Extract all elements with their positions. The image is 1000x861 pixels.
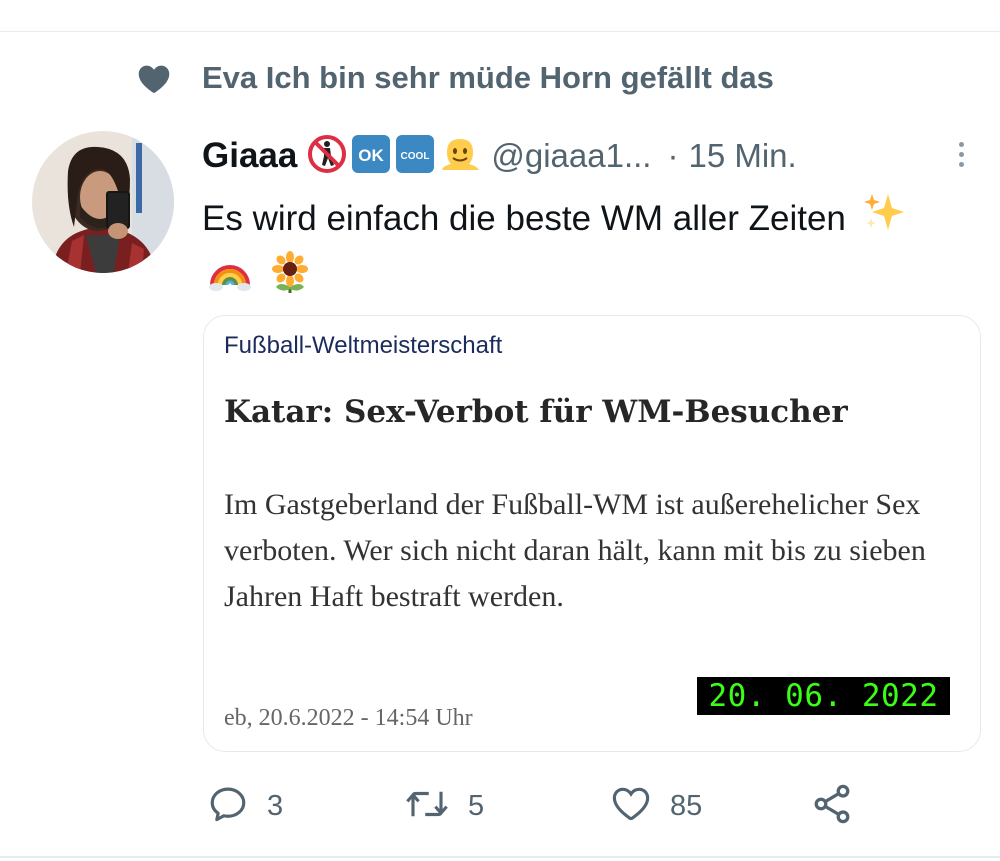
retweet-count: 5 — [468, 789, 485, 822]
sunflower-icon — [268, 251, 312, 312]
top-divider — [0, 31, 1000, 32]
rainbow-icon — [208, 251, 252, 312]
melting-face-icon — [439, 134, 481, 179]
bottom-divider — [0, 856, 1000, 858]
no-pedestrians-icon — [307, 134, 347, 179]
social-context: Eva Ich bin sehr müde Horn gefällt das — [132, 56, 774, 100]
card-meta: eb, 20.6.2022 - 14:54 Uhr — [224, 705, 473, 731]
like-button[interactable]: 85 — [610, 784, 702, 828]
avatar[interactable] — [32, 131, 174, 273]
ok-button-label: OK — [359, 146, 385, 165]
tweet-text-body: Es wird einfach die beste WM aller Zeite… — [202, 198, 846, 238]
cool-button-icon: COOL — [395, 134, 435, 179]
display-name[interactable]: Giaaa — [202, 136, 297, 176]
user-handle[interactable]: @giaaa1... — [491, 137, 651, 175]
card-title: Katar: Sex-Verbot für WM-Besucher — [224, 394, 848, 430]
retweet-button[interactable]: 5 — [404, 784, 484, 828]
reply-button[interactable]: 3 — [207, 784, 283, 828]
share-icon — [810, 782, 854, 831]
heart-icon — [132, 58, 176, 98]
card-body: Im Gastgeberland der Fußball-WM ist auße… — [224, 488, 926, 613]
ok-button-icon: OK — [351, 134, 391, 179]
cool-button-label: COOL — [401, 151, 430, 162]
date-stamp-overlay: 20. 06. 2022 — [697, 677, 950, 715]
tweet-timestamp[interactable]: 15 Min. — [688, 137, 796, 175]
tweet-header: Giaaa OK COOL @giaaa1... · 15 Min. — [202, 132, 932, 180]
separator-dot: · — [667, 137, 679, 174]
like-count: 85 — [670, 789, 703, 822]
action-bar: 3 5 85 — [0, 784, 1000, 828]
name-emojis: OK COOL — [307, 134, 481, 179]
reply-count: 3 — [267, 789, 284, 822]
share-button[interactable] — [810, 784, 854, 828]
tweet-text: Es wird einfach die beste WM aller Zeite… — [202, 190, 942, 312]
card-kicker: Fußball-Weltmeisterschaft — [224, 332, 503, 359]
like-heart-icon — [610, 783, 652, 830]
social-context-text[interactable]: Eva Ich bin sehr müde Horn gefällt das — [202, 60, 774, 96]
sparkles-icon — [862, 190, 906, 251]
reply-icon — [207, 783, 249, 830]
more-options-icon[interactable] — [948, 134, 974, 174]
retweet-icon — [404, 783, 450, 830]
